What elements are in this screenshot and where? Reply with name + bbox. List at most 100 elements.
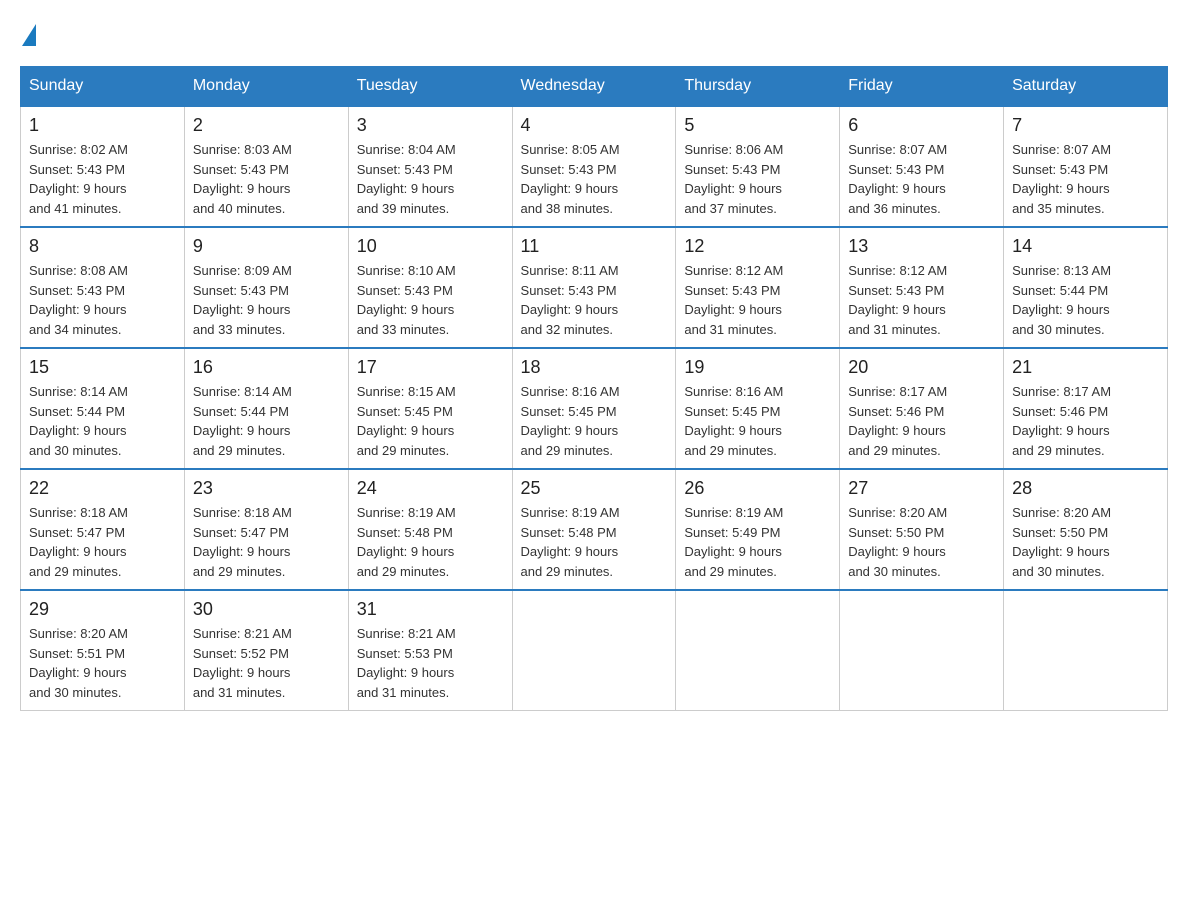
day-info: Sunrise: 8:19 AM Sunset: 5:49 PM Dayligh… xyxy=(684,503,831,581)
calendar-cell: 4 Sunrise: 8:05 AM Sunset: 5:43 PM Dayli… xyxy=(512,106,676,227)
day-info: Sunrise: 8:06 AM Sunset: 5:43 PM Dayligh… xyxy=(684,140,831,218)
day-info: Sunrise: 8:20 AM Sunset: 5:50 PM Dayligh… xyxy=(848,503,995,581)
day-info: Sunrise: 8:05 AM Sunset: 5:43 PM Dayligh… xyxy=(521,140,668,218)
calendar-cell: 29 Sunrise: 8:20 AM Sunset: 5:51 PM Dayl… xyxy=(21,590,185,711)
col-header-monday: Monday xyxy=(184,67,348,107)
day-info: Sunrise: 8:14 AM Sunset: 5:44 PM Dayligh… xyxy=(29,382,176,460)
day-number: 4 xyxy=(521,115,668,136)
calendar-cell: 2 Sunrise: 8:03 AM Sunset: 5:43 PM Dayli… xyxy=(184,106,348,227)
calendar-cell: 1 Sunrise: 8:02 AM Sunset: 5:43 PM Dayli… xyxy=(21,106,185,227)
day-number: 19 xyxy=(684,357,831,378)
calendar-cell xyxy=(840,590,1004,711)
day-number: 27 xyxy=(848,478,995,499)
day-info: Sunrise: 8:08 AM Sunset: 5:43 PM Dayligh… xyxy=(29,261,176,339)
day-number: 2 xyxy=(193,115,340,136)
day-info: Sunrise: 8:13 AM Sunset: 5:44 PM Dayligh… xyxy=(1012,261,1159,339)
calendar-week-row: 1 Sunrise: 8:02 AM Sunset: 5:43 PM Dayli… xyxy=(21,106,1168,227)
day-info: Sunrise: 8:04 AM Sunset: 5:43 PM Dayligh… xyxy=(357,140,504,218)
day-number: 28 xyxy=(1012,478,1159,499)
day-number: 13 xyxy=(848,236,995,257)
calendar-week-row: 8 Sunrise: 8:08 AM Sunset: 5:43 PM Dayli… xyxy=(21,227,1168,348)
day-info: Sunrise: 8:07 AM Sunset: 5:43 PM Dayligh… xyxy=(848,140,995,218)
day-number: 11 xyxy=(521,236,668,257)
calendar-cell: 24 Sunrise: 8:19 AM Sunset: 5:48 PM Dayl… xyxy=(348,469,512,590)
day-info: Sunrise: 8:11 AM Sunset: 5:43 PM Dayligh… xyxy=(521,261,668,339)
calendar-cell: 19 Sunrise: 8:16 AM Sunset: 5:45 PM Dayl… xyxy=(676,348,840,469)
day-number: 17 xyxy=(357,357,504,378)
calendar-week-row: 22 Sunrise: 8:18 AM Sunset: 5:47 PM Dayl… xyxy=(21,469,1168,590)
day-number: 7 xyxy=(1012,115,1159,136)
calendar-header-row: SundayMondayTuesdayWednesdayThursdayFrid… xyxy=(21,67,1168,107)
day-number: 15 xyxy=(29,357,176,378)
calendar-cell: 8 Sunrise: 8:08 AM Sunset: 5:43 PM Dayli… xyxy=(21,227,185,348)
calendar-cell xyxy=(512,590,676,711)
calendar-cell: 7 Sunrise: 8:07 AM Sunset: 5:43 PM Dayli… xyxy=(1004,106,1168,227)
day-info: Sunrise: 8:14 AM Sunset: 5:44 PM Dayligh… xyxy=(193,382,340,460)
day-number: 31 xyxy=(357,599,504,620)
day-info: Sunrise: 8:15 AM Sunset: 5:45 PM Dayligh… xyxy=(357,382,504,460)
logo-triangle-icon xyxy=(22,24,36,46)
calendar-cell: 9 Sunrise: 8:09 AM Sunset: 5:43 PM Dayli… xyxy=(184,227,348,348)
day-number: 23 xyxy=(193,478,340,499)
day-number: 22 xyxy=(29,478,176,499)
day-info: Sunrise: 8:17 AM Sunset: 5:46 PM Dayligh… xyxy=(1012,382,1159,460)
calendar-cell: 21 Sunrise: 8:17 AM Sunset: 5:46 PM Dayl… xyxy=(1004,348,1168,469)
calendar-cell: 26 Sunrise: 8:19 AM Sunset: 5:49 PM Dayl… xyxy=(676,469,840,590)
day-number: 6 xyxy=(848,115,995,136)
calendar-cell: 18 Sunrise: 8:16 AM Sunset: 5:45 PM Dayl… xyxy=(512,348,676,469)
calendar-cell: 20 Sunrise: 8:17 AM Sunset: 5:46 PM Dayl… xyxy=(840,348,1004,469)
logo xyxy=(20,20,36,46)
calendar-cell: 31 Sunrise: 8:21 AM Sunset: 5:53 PM Dayl… xyxy=(348,590,512,711)
day-info: Sunrise: 8:21 AM Sunset: 5:53 PM Dayligh… xyxy=(357,624,504,702)
day-number: 12 xyxy=(684,236,831,257)
calendar-cell: 13 Sunrise: 8:12 AM Sunset: 5:43 PM Dayl… xyxy=(840,227,1004,348)
calendar-cell: 10 Sunrise: 8:10 AM Sunset: 5:43 PM Dayl… xyxy=(348,227,512,348)
day-number: 29 xyxy=(29,599,176,620)
day-number: 5 xyxy=(684,115,831,136)
day-info: Sunrise: 8:16 AM Sunset: 5:45 PM Dayligh… xyxy=(684,382,831,460)
day-info: Sunrise: 8:03 AM Sunset: 5:43 PM Dayligh… xyxy=(193,140,340,218)
calendar-cell: 27 Sunrise: 8:20 AM Sunset: 5:50 PM Dayl… xyxy=(840,469,1004,590)
calendar-cell: 17 Sunrise: 8:15 AM Sunset: 5:45 PM Dayl… xyxy=(348,348,512,469)
calendar-cell: 11 Sunrise: 8:11 AM Sunset: 5:43 PM Dayl… xyxy=(512,227,676,348)
calendar-cell: 25 Sunrise: 8:19 AM Sunset: 5:48 PM Dayl… xyxy=(512,469,676,590)
day-number: 21 xyxy=(1012,357,1159,378)
calendar-cell: 22 Sunrise: 8:18 AM Sunset: 5:47 PM Dayl… xyxy=(21,469,185,590)
day-info: Sunrise: 8:19 AM Sunset: 5:48 PM Dayligh… xyxy=(521,503,668,581)
day-number: 1 xyxy=(29,115,176,136)
day-number: 16 xyxy=(193,357,340,378)
day-number: 24 xyxy=(357,478,504,499)
day-number: 30 xyxy=(193,599,340,620)
calendar-cell: 12 Sunrise: 8:12 AM Sunset: 5:43 PM Dayl… xyxy=(676,227,840,348)
calendar-cell: 14 Sunrise: 8:13 AM Sunset: 5:44 PM Dayl… xyxy=(1004,227,1168,348)
calendar-cell: 5 Sunrise: 8:06 AM Sunset: 5:43 PM Dayli… xyxy=(676,106,840,227)
calendar-cell: 16 Sunrise: 8:14 AM Sunset: 5:44 PM Dayl… xyxy=(184,348,348,469)
day-number: 10 xyxy=(357,236,504,257)
calendar-cell xyxy=(1004,590,1168,711)
col-header-tuesday: Tuesday xyxy=(348,67,512,107)
day-number: 14 xyxy=(1012,236,1159,257)
day-number: 20 xyxy=(848,357,995,378)
day-info: Sunrise: 8:18 AM Sunset: 5:47 PM Dayligh… xyxy=(29,503,176,581)
calendar-cell: 6 Sunrise: 8:07 AM Sunset: 5:43 PM Dayli… xyxy=(840,106,1004,227)
day-info: Sunrise: 8:07 AM Sunset: 5:43 PM Dayligh… xyxy=(1012,140,1159,218)
col-header-friday: Friday xyxy=(840,67,1004,107)
calendar-cell: 23 Sunrise: 8:18 AM Sunset: 5:47 PM Dayl… xyxy=(184,469,348,590)
calendar-week-row: 29 Sunrise: 8:20 AM Sunset: 5:51 PM Dayl… xyxy=(21,590,1168,711)
day-info: Sunrise: 8:20 AM Sunset: 5:50 PM Dayligh… xyxy=(1012,503,1159,581)
calendar-cell: 30 Sunrise: 8:21 AM Sunset: 5:52 PM Dayl… xyxy=(184,590,348,711)
col-header-saturday: Saturday xyxy=(1004,67,1168,107)
day-info: Sunrise: 8:12 AM Sunset: 5:43 PM Dayligh… xyxy=(684,261,831,339)
calendar-table: SundayMondayTuesdayWednesdayThursdayFrid… xyxy=(20,66,1168,711)
day-info: Sunrise: 8:19 AM Sunset: 5:48 PM Dayligh… xyxy=(357,503,504,581)
day-number: 25 xyxy=(521,478,668,499)
day-info: Sunrise: 8:09 AM Sunset: 5:43 PM Dayligh… xyxy=(193,261,340,339)
calendar-cell xyxy=(676,590,840,711)
col-header-wednesday: Wednesday xyxy=(512,67,676,107)
page-header xyxy=(20,20,1168,46)
day-number: 26 xyxy=(684,478,831,499)
day-info: Sunrise: 8:18 AM Sunset: 5:47 PM Dayligh… xyxy=(193,503,340,581)
day-info: Sunrise: 8:12 AM Sunset: 5:43 PM Dayligh… xyxy=(848,261,995,339)
day-info: Sunrise: 8:21 AM Sunset: 5:52 PM Dayligh… xyxy=(193,624,340,702)
col-header-thursday: Thursday xyxy=(676,67,840,107)
